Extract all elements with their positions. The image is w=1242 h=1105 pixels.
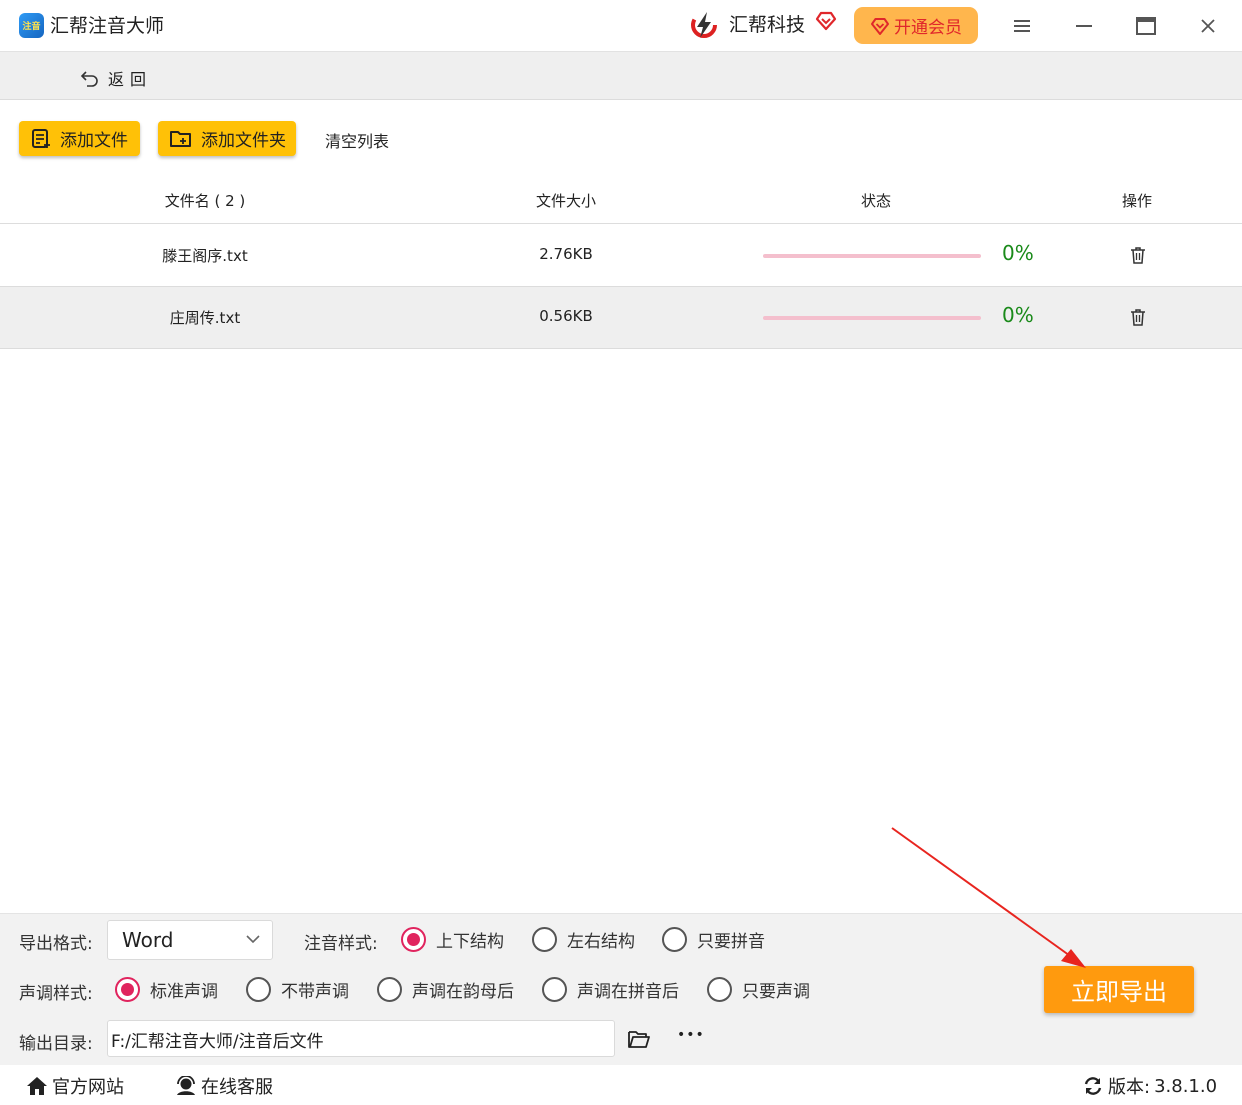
export-now-button[interactable]: 立即导出 — [1044, 966, 1194, 1013]
style-label: 注音样式: — [304, 934, 378, 954]
progress-bar — [763, 316, 981, 320]
more-options-button[interactable]: ••• — [677, 1027, 704, 1047]
close-icon — [1201, 19, 1215, 33]
header-action: 操作 — [1121, 192, 1153, 210]
menu-icon — [1014, 20, 1030, 32]
header-filename: 文件名 ( 2 ) — [164, 192, 246, 210]
brand-name: 汇帮科技 — [729, 14, 806, 36]
app-title: 汇帮注音大师 — [50, 15, 165, 37]
output-path-input[interactable]: F:/汇帮注音大师/注音后文件 — [107, 1020, 615, 1057]
radio-label: 左右结构 — [567, 932, 635, 952]
table-row[interactable]: 滕王阁序.txt 2.76KB 0% — [0, 225, 1242, 287]
header-status: 状态 — [860, 192, 892, 210]
radio-dot — [401, 927, 426, 952]
back-button[interactable]: 返回 — [80, 66, 152, 90]
radio-tone-only[interactable]: 只要声调 — [707, 977, 810, 1002]
vip-button[interactable]: 开通会员 — [854, 7, 978, 44]
tone-label: 声调样式: — [19, 984, 93, 1004]
official-website-link[interactable]: 官方网站 — [26, 1073, 124, 1099]
maximize-icon — [1136, 17, 1156, 35]
radio-dot — [532, 927, 557, 952]
radio-label: 标准声调 — [150, 982, 218, 1002]
radio-dot — [662, 927, 687, 952]
maximize-button[interactable] — [1133, 13, 1159, 39]
progress-percent: 0% — [1002, 303, 1034, 327]
file-name: 滕王阁序.txt — [162, 247, 248, 265]
radio-label: 只要声调 — [742, 982, 810, 1002]
heart-diamond-icon — [815, 11, 837, 31]
back-arrow-icon — [80, 71, 98, 87]
folder-open-icon[interactable] — [627, 1028, 651, 1050]
minimize-button[interactable] — [1071, 13, 1097, 39]
footer-bar: 官方网站 在线客服 版本: 3.8.1.0 — [0, 1065, 1242, 1105]
add-file-label: 添加文件 — [60, 131, 128, 151]
delete-trash-icon[interactable] — [1128, 245, 1148, 265]
radio-style-horizontal[interactable]: 左右结构 — [532, 927, 635, 952]
settings-panel: 导出格式: Word 注音样式: 上下结构 左右结构 只要拼音 声调样式: 标准… — [0, 913, 1242, 1065]
website-label: 官方网站 — [52, 1077, 124, 1098]
chevron-down-icon — [246, 935, 260, 944]
version-label: 版本: — [1108, 1077, 1151, 1098]
radio-style-pinyin-only[interactable]: 只要拼音 — [662, 927, 765, 952]
navigation-bar: 返回 — [0, 51, 1242, 100]
brand-lightning-logo-icon — [691, 12, 717, 38]
version-info: 版本: 3.8.1.0 — [1082, 1073, 1217, 1099]
online-support-link[interactable]: 在线客服 — [175, 1073, 273, 1099]
radio-dot — [377, 977, 402, 1002]
back-label: 返回 — [108, 70, 153, 89]
radio-label: 上下结构 — [436, 932, 504, 952]
output-label: 输出目录: — [19, 1034, 93, 1054]
format-value: Word — [122, 928, 174, 952]
progress-percent: 0% — [1002, 241, 1034, 265]
vip-label: 开通会员 — [894, 18, 962, 38]
app-logo-icon: 注音 — [19, 13, 44, 38]
radio-tone-after-pinyin[interactable]: 声调在拼音后 — [542, 977, 679, 1002]
radio-dot — [707, 977, 732, 1002]
clear-list-button[interactable]: 清空列表 — [325, 128, 389, 152]
radio-label: 声调在拼音后 — [577, 982, 679, 1002]
home-icon — [27, 1077, 47, 1095]
radio-label: 不带声调 — [281, 982, 349, 1002]
format-label: 导出格式: — [19, 934, 93, 954]
close-button[interactable] — [1195, 13, 1221, 39]
file-size: 0.56KB — [539, 307, 593, 325]
header-size: 文件大小 — [535, 192, 597, 210]
radio-tone-none[interactable]: 不带声调 — [246, 977, 349, 1002]
file-size: 2.76KB — [539, 245, 593, 263]
format-select[interactable]: Word — [107, 920, 273, 960]
add-file-button[interactable]: 添加文件 — [19, 121, 140, 156]
radio-label: 声调在韵母后 — [412, 982, 514, 1002]
add-folder-button[interactable]: 添加文件夹 — [158, 121, 296, 156]
add-folder-label: 添加文件夹 — [201, 131, 286, 151]
add-folder-icon — [170, 130, 191, 147]
refresh-icon — [1084, 1077, 1102, 1095]
table-row[interactable]: 庄周传.txt 0.56KB 0% — [0, 287, 1242, 349]
customer-service-icon — [177, 1076, 195, 1095]
minimize-icon — [1076, 25, 1092, 27]
progress-bar — [763, 254, 981, 258]
app-logo-text: 注音 — [22, 22, 41, 32]
vip-heart-icon — [871, 17, 889, 35]
add-file-icon — [32, 128, 50, 148]
table-header: 文件名 ( 2 ) 文件大小 状态 操作 — [0, 178, 1242, 224]
delete-trash-icon[interactable] — [1128, 307, 1148, 327]
support-label: 在线客服 — [201, 1077, 273, 1098]
title-bar: 注音 汇帮注音大师 汇帮科技 开通会员 — [0, 0, 1242, 50]
radio-tone-after-final[interactable]: 声调在韵母后 — [377, 977, 514, 1002]
version-value: 3.8.1.0 — [1154, 1075, 1218, 1097]
radio-tone-standard[interactable]: 标准声调 — [115, 977, 218, 1002]
radio-dot — [542, 977, 567, 1002]
radio-style-vertical[interactable]: 上下结构 — [401, 927, 504, 952]
radio-label: 只要拼音 — [697, 932, 765, 952]
file-name: 庄周传.txt — [169, 309, 241, 327]
radio-dot — [246, 977, 271, 1002]
radio-dot — [115, 977, 140, 1002]
menu-button[interactable] — [1009, 13, 1035, 39]
